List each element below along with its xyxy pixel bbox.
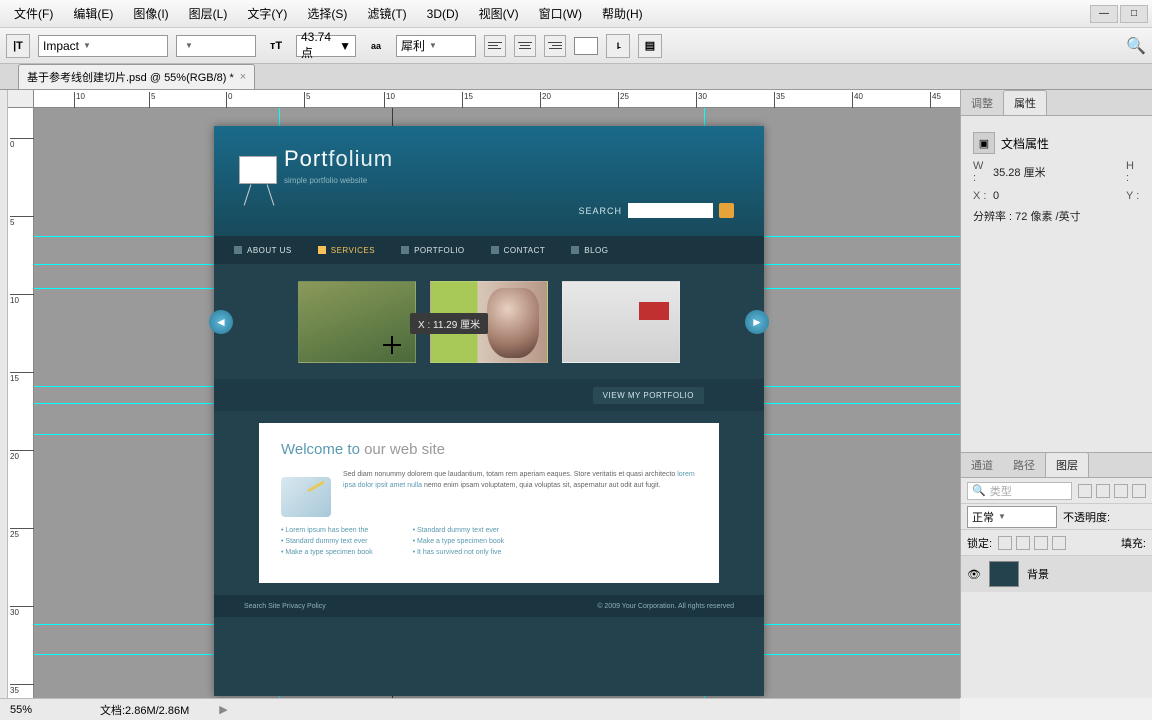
move-cursor-icon: [383, 336, 401, 354]
minimize-button[interactable]: —: [1090, 5, 1118, 23]
tab-adjustments[interactable]: 调整: [961, 91, 1003, 115]
font-style-select[interactable]: ▼: [176, 35, 256, 57]
tool-icon[interactable]: |T: [6, 34, 30, 58]
align-left-button[interactable]: [484, 35, 506, 57]
search-label: SEARCH: [578, 206, 622, 216]
blend-mode-select[interactable]: 正常▼: [967, 506, 1057, 528]
text-color-swatch[interactable]: [574, 37, 598, 55]
layer-row[interactable]: 👁 背景: [961, 556, 1152, 592]
status-menu-icon[interactable]: ▶: [219, 703, 227, 716]
tab-paths[interactable]: 路径: [1003, 453, 1045, 477]
coord-tooltip: X : 11.29 厘米: [410, 313, 488, 334]
menu-select[interactable]: 选择(S): [297, 2, 357, 25]
layer-name: 背景: [1027, 566, 1049, 582]
properties-panel: ▣文档属性 W :35.28 厘米H : X :0Y : 分辨率 : 72 像素…: [961, 116, 1152, 240]
carousel-next-icon: ►: [745, 310, 769, 334]
ruler-corner: [8, 90, 34, 108]
tab-close-icon[interactable]: ×: [240, 71, 246, 83]
menu-image[interactable]: 图像(I): [123, 2, 178, 25]
tab-properties[interactable]: 属性: [1003, 90, 1047, 115]
canvas-area[interactable]: 10 5 0 5 10 15 20 25 30 35 40 45 0 5 10 …: [8, 90, 960, 698]
carousel: ◄ ►: [214, 264, 764, 379]
align-center-button[interactable]: [514, 35, 536, 57]
filter-type-icon[interactable]: [1114, 484, 1128, 498]
tool-column: [0, 90, 8, 698]
site-footer: Search Site Privacy Policy© 2009 Your Co…: [214, 595, 764, 617]
lock-position-icon[interactable]: [1016, 536, 1030, 550]
site-nav: ABOUT US SERVICES PORTFOLIO CONTACT BLOG: [214, 236, 764, 264]
menu-help[interactable]: 帮助(H): [592, 2, 653, 25]
tab-channels[interactable]: 通道: [961, 453, 1003, 477]
menu-type[interactable]: 文字(Y): [237, 2, 297, 25]
search-input: [628, 203, 713, 218]
filter-adj-icon[interactable]: [1096, 484, 1110, 498]
layer-filter-select[interactable]: 🔍类型: [967, 482, 1072, 500]
lock-label: 锁定:: [967, 535, 992, 551]
lock-artboard-icon[interactable]: [1052, 536, 1066, 550]
align-right-button[interactable]: [544, 35, 566, 57]
tab-title: 基于参考线创建切片.psd @ 55%(RGB/8) *: [27, 69, 234, 85]
zoom-field[interactable]: 55%: [10, 704, 70, 716]
menu-bar: 文件(F) 编辑(E) 图像(I) 图层(L) 文字(Y) 选择(S) 滤镜(T…: [0, 0, 1152, 28]
font-family-select[interactable]: Impact▼: [38, 35, 168, 57]
artboard: Portfolium simple portfolio website SEAR…: [214, 126, 764, 696]
menu-edit[interactable]: 编辑(E): [63, 2, 123, 25]
menu-window[interactable]: 窗口(W): [529, 2, 592, 25]
site-tagline: simple portfolio website: [284, 176, 694, 185]
search-button-icon: [719, 203, 734, 218]
visibility-icon[interactable]: 👁: [967, 568, 981, 581]
maximize-button[interactable]: □: [1120, 5, 1148, 23]
document-tab[interactable]: 基于参考线创建切片.psd @ 55%(RGB/8) * ×: [18, 64, 255, 89]
view-portfolio-button: VIEW MY PORTFOLIO: [593, 387, 704, 404]
fill-label: 填充:: [1121, 535, 1146, 551]
status-bar: 55% 文档:2.86M/2.86M ▶: [0, 698, 960, 720]
site-header: Portfolium simple portfolio website SEAR…: [214, 126, 764, 236]
panels-column: 调整 属性 ▣文档属性 W :35.28 厘米H : X :0Y : 分辨率 :…: [960, 90, 1152, 698]
document-tab-bar: 基于参考线创建切片.psd @ 55%(RGB/8) * ×: [0, 64, 1152, 90]
menu-3d[interactable]: 3D(D): [417, 4, 469, 24]
carousel-thumb: [562, 281, 680, 363]
content-box: Welcome to our web site Sed diam nonummy…: [259, 423, 719, 583]
doc-size: 文档:2.86M/2.86M: [100, 702, 189, 718]
filter-shape-icon[interactable]: [1132, 484, 1146, 498]
filter-image-icon[interactable]: [1078, 484, 1092, 498]
lock-pixels-icon[interactable]: [998, 536, 1012, 550]
menu-filter[interactable]: 滤镜(T): [357, 2, 416, 25]
search-icon[interactable]: 🔍: [1126, 36, 1146, 56]
char-panel-button[interactable]: ▤: [638, 34, 662, 58]
warp-text-button[interactable]: I̵: [606, 34, 630, 58]
note-icon: [281, 477, 331, 517]
ruler-horizontal[interactable]: 10 5 0 5 10 15 20 25 30 35 40 45: [34, 90, 960, 108]
carousel-prev-icon: ◄: [209, 310, 233, 334]
menu-file[interactable]: 文件(F): [4, 2, 63, 25]
antialias-select[interactable]: 犀利▼: [396, 35, 476, 57]
document-icon: ▣: [973, 132, 995, 154]
layers-panel: 🔍类型 正常▼ 不透明度: 锁定:: [961, 478, 1152, 698]
tab-layers[interactable]: 图层: [1045, 452, 1089, 477]
font-size-field[interactable]: 43.74 点▼: [296, 35, 356, 57]
opacity-label: 不透明度:: [1063, 509, 1110, 525]
site-title: Portfolium: [284, 146, 694, 172]
layer-thumbnail: [989, 561, 1019, 587]
options-bar: |T Impact▼ ▼ тT 43.74 点▼ aa 犀利▼ I̵ ▤ 🔍: [0, 28, 1152, 64]
aa-icon: aa: [364, 34, 388, 58]
font-size-icon: тT: [264, 34, 288, 58]
lock-all-icon[interactable]: [1034, 536, 1048, 550]
ruler-vertical[interactable]: 0 5 10 15 20 25 30 35: [8, 108, 34, 698]
menu-view[interactable]: 视图(V): [469, 2, 529, 25]
logo-icon: [239, 156, 279, 206]
menu-layer[interactable]: 图层(L): [179, 2, 238, 25]
